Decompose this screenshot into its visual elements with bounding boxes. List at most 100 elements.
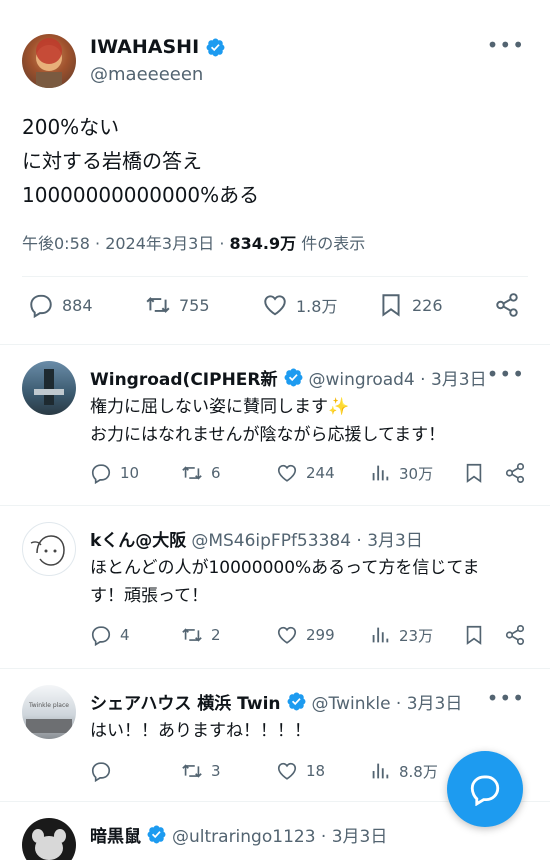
reply-text: 権力に屈しない姿に賛同します✨ お力にはなれませんが陰ながら応援してます！	[90, 393, 530, 449]
retweet-icon	[181, 624, 203, 646]
retweet-count: 755	[179, 295, 210, 315]
view-count[interactable]: 834.9万	[230, 234, 297, 253]
reply-text-line: 権力に屈しない姿に賛同します✨	[90, 397, 350, 417]
compose-reply-button[interactable]	[447, 751, 523, 827]
reply-author-name[interactable]: 暗黒鼠	[90, 822, 141, 847]
retweet-button[interactable]: 6	[181, 462, 221, 484]
reply-text-line: ほとんどの人が10000000%あるって方を信じてま	[90, 558, 480, 578]
reply-avatar[interactable]	[22, 522, 76, 576]
compose-icon	[470, 775, 500, 806]
reply-count: 884	[62, 295, 93, 315]
reply-actions: 4 2 299 23万	[0, 624, 550, 654]
reply-button[interactable]: 10	[90, 462, 139, 484]
bookmark-icon	[378, 292, 404, 318]
avatar-caption: Twinkle place	[28, 702, 69, 709]
tweet-timestamp[interactable]: 午後0:58 · 2024年3月3日 ·	[22, 234, 230, 253]
reply-icon	[90, 462, 112, 484]
more-icon[interactable]: •••	[487, 364, 525, 384]
reply-avatar[interactable]	[22, 818, 76, 860]
views-count: 8.8万	[399, 762, 438, 781]
reply-count: 10	[120, 464, 140, 482]
retweet-count: 6	[211, 464, 221, 482]
reply-avatar[interactable]	[22, 361, 76, 415]
bookmark-button[interactable]	[463, 462, 485, 484]
reply-icon	[28, 292, 54, 318]
retweet-icon	[181, 462, 203, 484]
like-count: 299	[306, 626, 335, 644]
views-count: 23万	[399, 626, 434, 645]
divider	[22, 276, 528, 277]
like-button[interactable]: 299	[276, 624, 335, 646]
like-icon	[276, 462, 298, 484]
share-button[interactable]	[494, 292, 520, 318]
retweet-button[interactable]: 755	[145, 292, 210, 318]
reply-button[interactable]	[90, 760, 112, 782]
views-button[interactable]: 8.8万	[369, 760, 438, 782]
reply-author-handle[interactable]: @wingroad4 · 3月3日	[309, 365, 487, 390]
retweet-button[interactable]: 2	[181, 624, 221, 646]
retweet-icon	[181, 760, 203, 782]
bookmark-button[interactable]: 226	[378, 292, 443, 318]
retweet-icon	[145, 292, 171, 318]
more-icon[interactable]: •••	[487, 688, 525, 708]
reply-button[interactable]: 4	[90, 624, 130, 646]
reply-author-name[interactable]: シェアハウス 横浜 Twin	[90, 689, 281, 714]
reply-icon	[90, 760, 112, 782]
author-name-row[interactable]: IWAHASHI	[90, 36, 226, 58]
reply-header: シェアハウス 横浜 Twin @Twinkle · 3月3日	[90, 689, 462, 714]
reply-header: kくん@大阪 @MS46ipFPf53384 · 3月3日	[90, 526, 423, 551]
tweet-actions: 884 755 1.8万 226	[0, 292, 550, 332]
author-name[interactable]: IWAHASHI	[90, 36, 199, 58]
author-handle[interactable]: @maeeeeen	[90, 64, 203, 85]
views-icon	[369, 462, 391, 484]
like-icon	[276, 624, 298, 646]
views-button[interactable]: 23万	[369, 624, 433, 646]
share-button[interactable]	[504, 462, 526, 484]
reply-count: 4	[120, 626, 130, 644]
reply-text-line: す！頑張って！	[90, 586, 209, 606]
like-button[interactable]: 18	[276, 760, 325, 782]
reply-text: はい！！ありますね！！！！	[90, 717, 530, 745]
reply-button[interactable]: 884	[28, 292, 93, 318]
tweet-text-line: 10000000000000%ある	[22, 183, 260, 207]
reply-avatar[interactable]: Twinkle place	[22, 685, 76, 739]
like-button[interactable]: 244	[276, 462, 335, 484]
like-button[interactable]: 1.8万	[262, 292, 337, 318]
retweet-button[interactable]: 3	[181, 760, 221, 782]
like-count: 1.8万	[296, 297, 338, 316]
reply-author-name[interactable]: kくん@大阪	[90, 526, 186, 551]
views-button[interactable]: 30万	[369, 462, 433, 484]
like-icon	[276, 760, 298, 782]
author-avatar[interactable]	[22, 34, 76, 88]
bookmark-count: 226	[412, 295, 443, 315]
share-button[interactable]	[504, 624, 526, 646]
share-icon	[504, 462, 526, 484]
reply-tweet[interactable]: Wingroad(CIPHER新 @wingroad4 · 3月3日 ••• 権…	[0, 345, 550, 505]
tweet-meta: 午後0:58 · 2024年3月3日 · 834.9万 件の表示	[22, 230, 365, 254]
retweet-count: 3	[211, 762, 221, 780]
reply-author-handle[interactable]: @Twinkle · 3月3日	[312, 689, 463, 714]
reply-author-name[interactable]: Wingroad(CIPHER新	[90, 365, 278, 390]
reply-header: 暗黒鼠 @ultraringo1123 · 3月3日	[90, 822, 387, 847]
views-icon	[369, 624, 391, 646]
verified-badge-icon	[283, 367, 304, 388]
reply-author-handle[interactable]: @ultraringo1123 · 3月3日	[172, 822, 387, 847]
main-tweet: IWAHASHI @maeeeeen ••• 200%ない に対する岩橋の答え …	[0, 0, 550, 345]
reply-icon	[90, 624, 112, 646]
bookmark-icon	[463, 462, 485, 484]
like-count: 244	[306, 464, 335, 482]
bookmark-button[interactable]	[463, 624, 485, 646]
tweet-text: 200%ない に対する岩橋の答え 10000000000000%ある	[22, 110, 259, 212]
share-icon	[494, 292, 520, 318]
reply-actions: 10 6 244 30万	[0, 462, 550, 492]
reply-author-handle[interactable]: @MS46ipFPf53384 · 3月3日	[191, 526, 423, 551]
reply-tweet[interactable]: kくん@大阪 @MS46ipFPf53384 · 3月3日 ほとんどの人が100…	[0, 506, 550, 668]
like-count: 18	[306, 762, 326, 780]
share-icon	[504, 624, 526, 646]
verified-badge-icon	[286, 691, 307, 712]
more-icon[interactable]: •••	[487, 35, 525, 55]
tweet-text-line: 200%ない	[22, 115, 120, 139]
view-count-suffix: 件の表示	[296, 234, 366, 253]
reply-text-line: はい！！ありますね！！！！	[90, 721, 311, 741]
bookmark-icon	[463, 624, 485, 646]
